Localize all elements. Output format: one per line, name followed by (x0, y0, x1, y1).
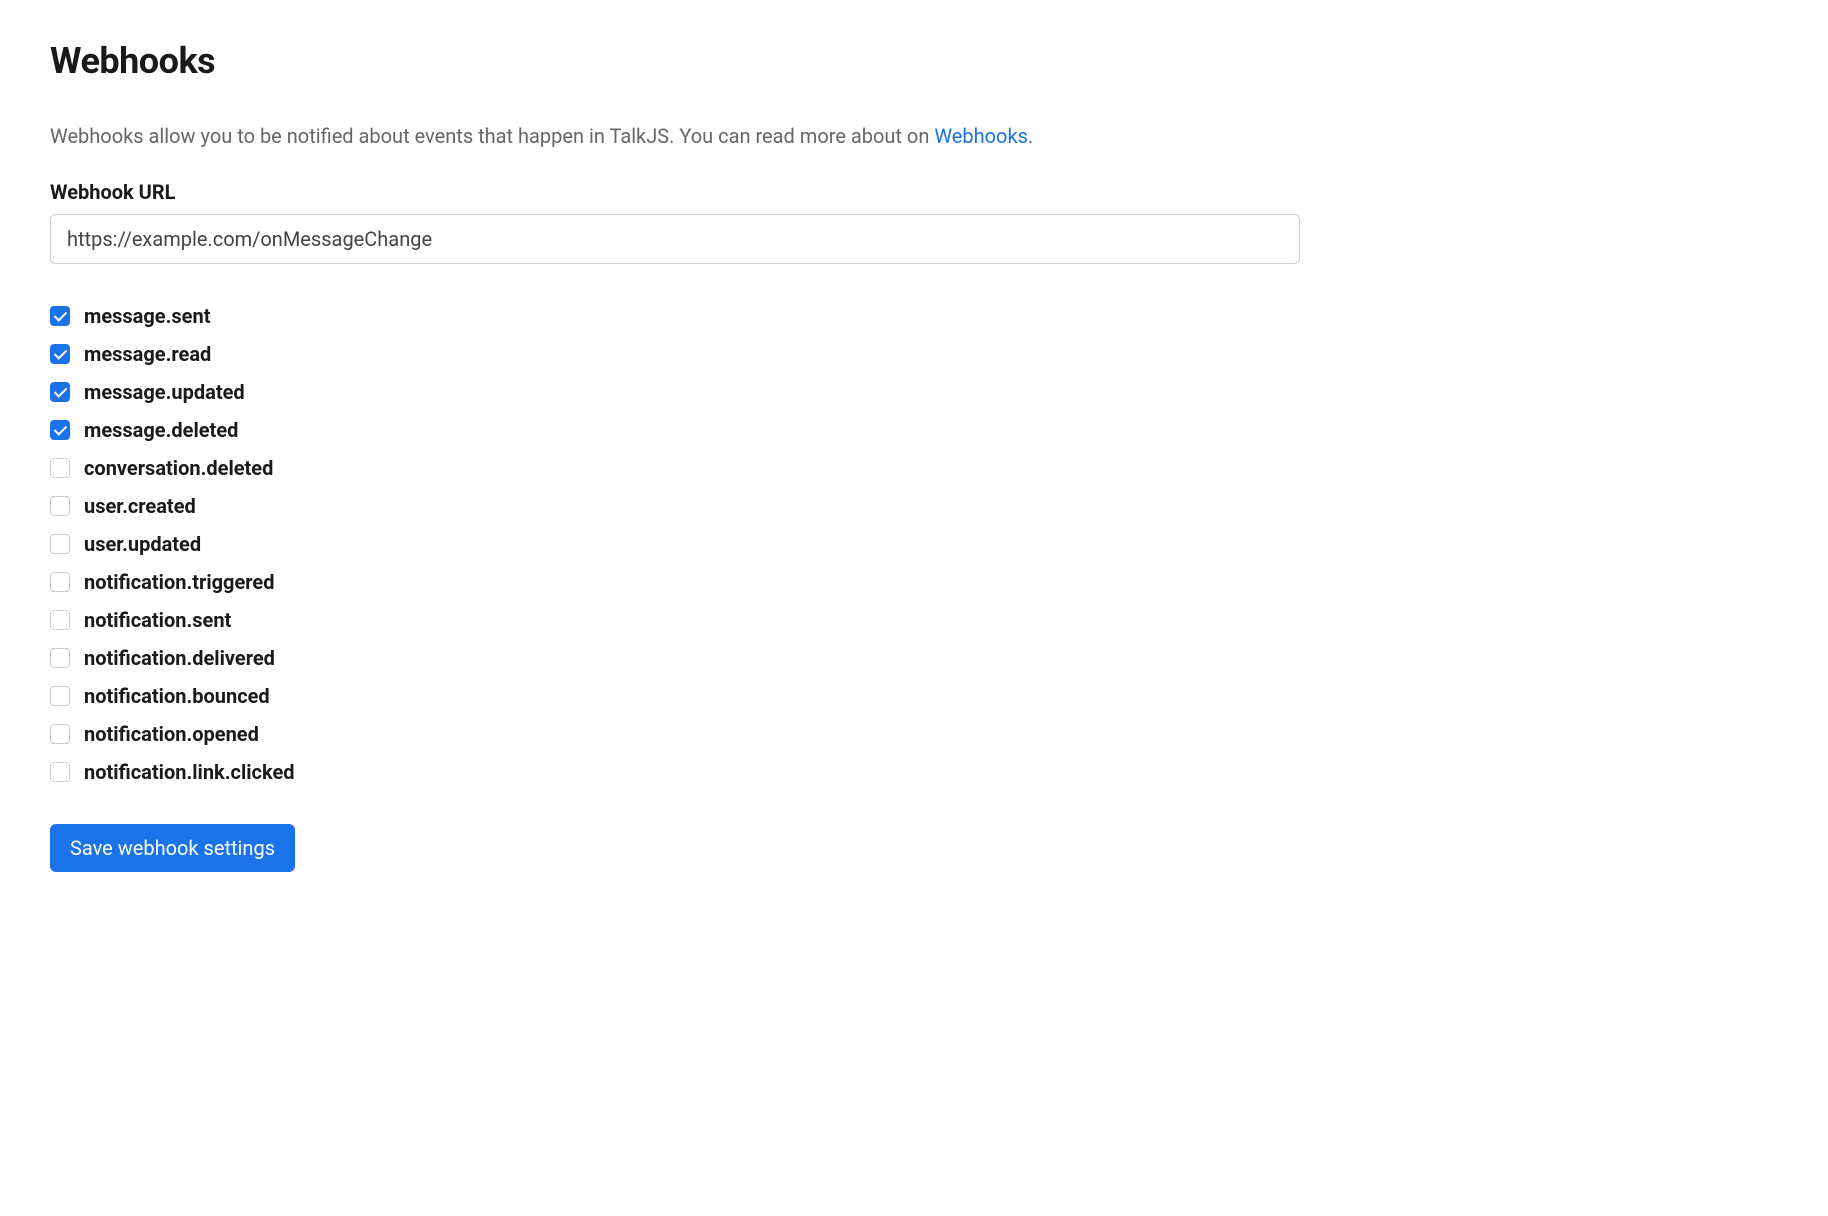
event-row: notification.link.clicked (50, 760, 1778, 784)
event-checkbox[interactable] (50, 344, 70, 364)
webhook-url-input[interactable] (50, 214, 1300, 264)
event-label[interactable]: message.updated (84, 380, 245, 404)
event-checkbox[interactable] (50, 496, 70, 516)
event-row: conversation.deleted (50, 456, 1778, 480)
event-label[interactable]: notification.triggered (84, 570, 274, 594)
event-checkbox[interactable] (50, 610, 70, 630)
event-row: message.updated (50, 380, 1778, 404)
page-title: Webhooks (50, 40, 1778, 82)
event-checkbox[interactable] (50, 686, 70, 706)
webhooks-doc-link[interactable]: Webhooks (934, 124, 1028, 148)
event-row: notification.triggered (50, 570, 1778, 594)
event-checkbox[interactable] (50, 306, 70, 326)
description-text-before: Webhooks allow you to be notified about … (50, 124, 934, 148)
event-label[interactable]: message.sent (84, 304, 210, 328)
webhook-url-label: Webhook URL (50, 180, 1778, 204)
event-label[interactable]: notification.bounced (84, 684, 270, 708)
event-label[interactable]: notification.link.clicked (84, 760, 295, 784)
event-checkbox[interactable] (50, 420, 70, 440)
event-label[interactable]: message.deleted (84, 418, 238, 442)
event-row: message.sent (50, 304, 1778, 328)
event-checkbox[interactable] (50, 534, 70, 554)
event-label[interactable]: message.read (84, 342, 211, 366)
description-text-after: . (1028, 124, 1033, 148)
webhooks-description: Webhooks allow you to be notified about … (50, 122, 1778, 150)
event-row: notification.sent (50, 608, 1778, 632)
event-checkbox[interactable] (50, 724, 70, 744)
event-row: notification.bounced (50, 684, 1778, 708)
event-row: notification.delivered (50, 646, 1778, 670)
event-row: message.deleted (50, 418, 1778, 442)
webhook-events-list: message.sent message.read message.updated m… (50, 304, 1778, 784)
event-checkbox[interactable] (50, 572, 70, 592)
event-label[interactable]: notification.sent (84, 608, 231, 632)
save-webhook-settings-button[interactable]: Save webhook settings (50, 824, 295, 872)
event-checkbox[interactable] (50, 648, 70, 668)
event-checkbox[interactable] (50, 382, 70, 402)
event-checkbox[interactable] (50, 762, 70, 782)
event-row: user.updated (50, 532, 1778, 556)
event-row: user.created (50, 494, 1778, 518)
event-checkbox[interactable] (50, 458, 70, 478)
event-label[interactable]: user.updated (84, 532, 201, 556)
event-label[interactable]: user.created (84, 494, 196, 518)
event-label[interactable]: notification.opened (84, 722, 259, 746)
event-row: message.read (50, 342, 1778, 366)
event-label[interactable]: notification.delivered (84, 646, 275, 670)
event-row: notification.opened (50, 722, 1778, 746)
event-label[interactable]: conversation.deleted (84, 456, 273, 480)
